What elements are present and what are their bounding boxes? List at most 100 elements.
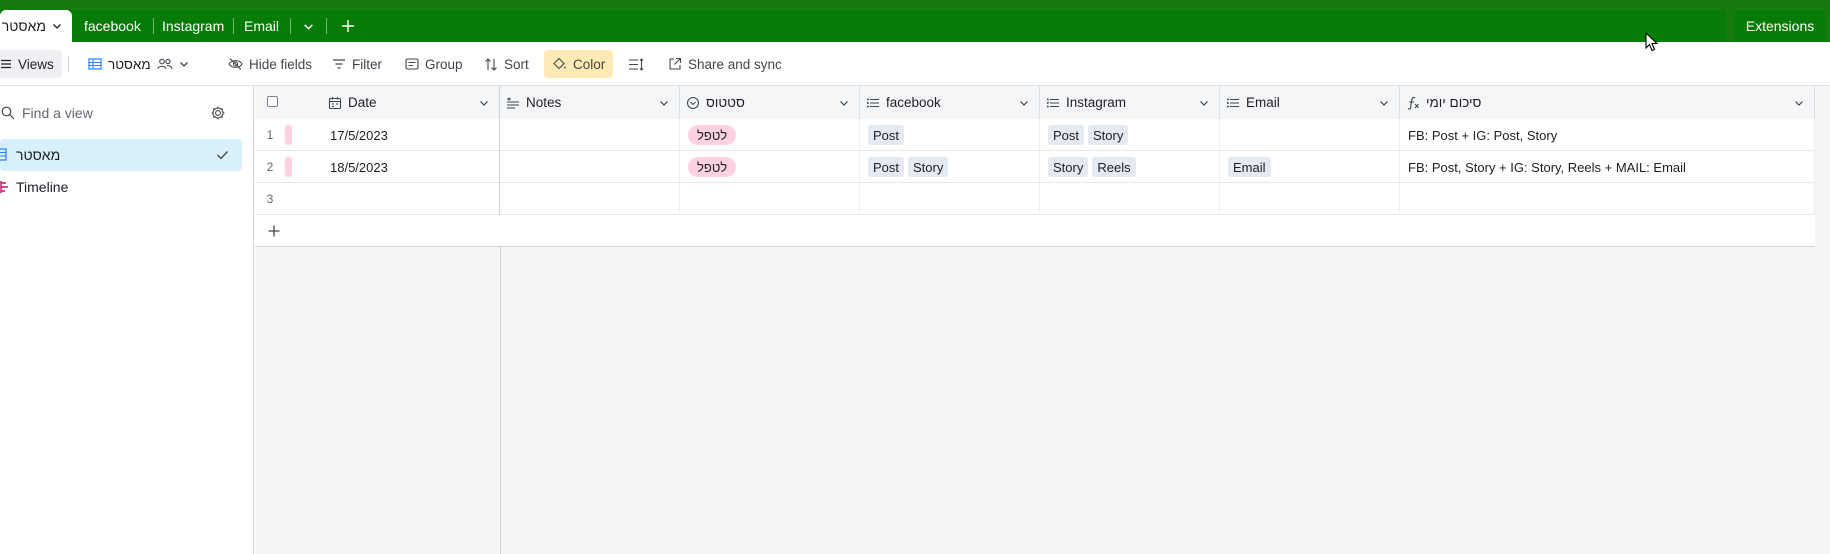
sidebar-view-timeline[interactable]: Timeline xyxy=(0,171,242,203)
select-all-checkbox[interactable] xyxy=(267,96,278,107)
cell-status[interactable] xyxy=(680,183,860,215)
sort-button[interactable]: Sort xyxy=(476,50,537,78)
column-header-label: סטטוס xyxy=(706,95,745,110)
filter-button[interactable]: Filter xyxy=(324,50,390,78)
table-row[interactable]: 1 17/5/2023 לטפל Post Post Story FB: Pos… xyxy=(255,119,1815,151)
extensions-button[interactable]: Extensions xyxy=(1735,10,1825,42)
row-height-button[interactable] xyxy=(620,50,652,78)
share-and-sync-button[interactable]: Share and sync xyxy=(660,50,790,78)
sort-icon xyxy=(485,57,497,71)
chevron-down-icon[interactable] xyxy=(659,98,669,108)
cell-status[interactable]: לטפל xyxy=(680,151,860,183)
tag-chip: Story xyxy=(1088,125,1129,145)
group-icon xyxy=(405,58,419,70)
view-switcher-button[interactable]: מאסטר xyxy=(80,50,197,78)
color-button[interactable]: Color xyxy=(544,50,614,78)
color-label: Color xyxy=(573,56,606,72)
cell-status[interactable]: לטפל xyxy=(680,119,860,151)
column-header-notes[interactable]: Notes xyxy=(500,86,680,119)
share-label: Share and sync xyxy=(688,56,782,72)
group-button[interactable]: Group xyxy=(397,50,471,78)
column-header-label: facebook xyxy=(886,95,941,110)
multi-select-icon xyxy=(1046,98,1059,107)
tab-facebook[interactable]: facebook xyxy=(84,10,141,42)
chevron-down-icon xyxy=(303,23,313,30)
hide-fields-button[interactable]: Hide fields xyxy=(220,50,320,78)
tab-master[interactable]: מאסטר xyxy=(0,10,72,42)
cell-date[interactable] xyxy=(322,183,500,215)
tab-instagram-label: Instagram xyxy=(162,18,225,34)
add-record-row[interactable] xyxy=(255,215,1815,247)
row-number: 3 xyxy=(266,192,274,206)
calendar-icon xyxy=(328,96,342,109)
column-header-date[interactable]: Date xyxy=(322,86,499,119)
menu-icon xyxy=(1,59,11,69)
cell-daily-summary[interactable]: FB: Post + IG: Post, Story xyxy=(1400,119,1815,151)
tag-chip: Post xyxy=(868,125,905,145)
tab-divider xyxy=(233,18,234,34)
cell-instagram[interactable]: Post Story xyxy=(1040,119,1220,151)
status-badge: לטפל xyxy=(688,157,737,177)
tag-chip: Email xyxy=(1228,157,1271,177)
extensions-label: Extensions xyxy=(1745,18,1815,34)
collaborators-icon xyxy=(157,58,173,70)
table-row[interactable]: 2 18/5/2023 לטפל Post Story Story Reels … xyxy=(255,151,1815,183)
row-color-indicator xyxy=(285,125,292,145)
views-toggle-button[interactable]: Views xyxy=(0,50,62,78)
chevron-down-icon[interactable] xyxy=(1199,98,1209,108)
find-view xyxy=(0,100,240,126)
tab-email[interactable]: Email xyxy=(244,10,279,42)
cell-daily-summary[interactable]: FB: Post, Story + IG: Story, Reels + MAI… xyxy=(1400,151,1815,183)
column-header-daily-summary[interactable]: סיכום יומי xyxy=(1400,86,1815,119)
eye-off-icon xyxy=(228,58,243,70)
chevron-down-icon[interactable] xyxy=(1379,98,1389,108)
column-header-label: Instagram xyxy=(1066,95,1127,110)
cell-email[interactable] xyxy=(1220,119,1400,151)
tab-instagram[interactable]: Instagram xyxy=(162,10,224,42)
cell-notes[interactable] xyxy=(500,119,680,151)
multi-select-icon xyxy=(1226,98,1239,107)
cell-date[interactable]: 17/5/2023 xyxy=(322,119,500,151)
sidebar-view-master[interactable]: מאסטר xyxy=(0,139,242,171)
check-icon xyxy=(217,151,228,160)
cell-facebook[interactable]: Post Story xyxy=(860,151,1040,183)
plus-icon xyxy=(342,20,354,32)
tab-master-label: מאסטר xyxy=(1,18,46,34)
add-table-button[interactable] xyxy=(333,10,363,42)
cell-notes[interactable] xyxy=(500,151,680,183)
column-header-email[interactable]: Email xyxy=(1220,86,1400,119)
chevron-down-icon[interactable] xyxy=(479,98,489,108)
chevron-down-icon[interactable] xyxy=(1794,98,1804,108)
cell-instagram[interactable]: Story Reels xyxy=(1040,151,1220,183)
mouse-cursor-icon xyxy=(1645,32,1659,52)
cell-instagram[interactable] xyxy=(1040,183,1220,215)
timeline-icon xyxy=(0,181,8,193)
column-header-status[interactable]: סטטוס xyxy=(680,86,860,119)
cell-facebook[interactable] xyxy=(860,183,1040,215)
cell-email[interactable]: Email xyxy=(1220,151,1400,183)
column-header-label: Email xyxy=(1246,95,1280,110)
cell-notes[interactable] xyxy=(500,183,680,215)
paint-bucket-icon xyxy=(553,57,566,70)
column-header-instagram[interactable]: Instagram xyxy=(1040,86,1220,119)
table-row[interactable]: 3 xyxy=(255,183,1815,215)
sort-label: Sort xyxy=(504,56,529,72)
chevron-down-icon[interactable] xyxy=(1019,98,1029,108)
column-header-label: סיכום יומי xyxy=(1426,95,1482,110)
chevron-down-icon xyxy=(53,24,61,29)
views-sidebar: מאסטר Timeline xyxy=(0,86,254,554)
gear-icon[interactable] xyxy=(210,105,226,121)
formula-icon xyxy=(1407,96,1419,110)
cell-email[interactable] xyxy=(1220,183,1400,215)
row-color-indicator xyxy=(285,157,292,177)
chevron-down-icon[interactable] xyxy=(839,98,849,108)
cell-facebook[interactable]: Post xyxy=(860,119,1040,151)
more-tabs-button[interactable] xyxy=(293,10,323,42)
plus-icon[interactable] xyxy=(267,224,281,238)
views-label: Views xyxy=(18,56,54,72)
find-view-input[interactable] xyxy=(22,100,202,126)
tab-facebook-label: facebook xyxy=(84,18,141,34)
cell-date[interactable]: 18/5/2023 xyxy=(322,151,500,183)
column-header-facebook[interactable]: facebook xyxy=(860,86,1040,119)
cell-daily-summary[interactable] xyxy=(1400,183,1815,215)
